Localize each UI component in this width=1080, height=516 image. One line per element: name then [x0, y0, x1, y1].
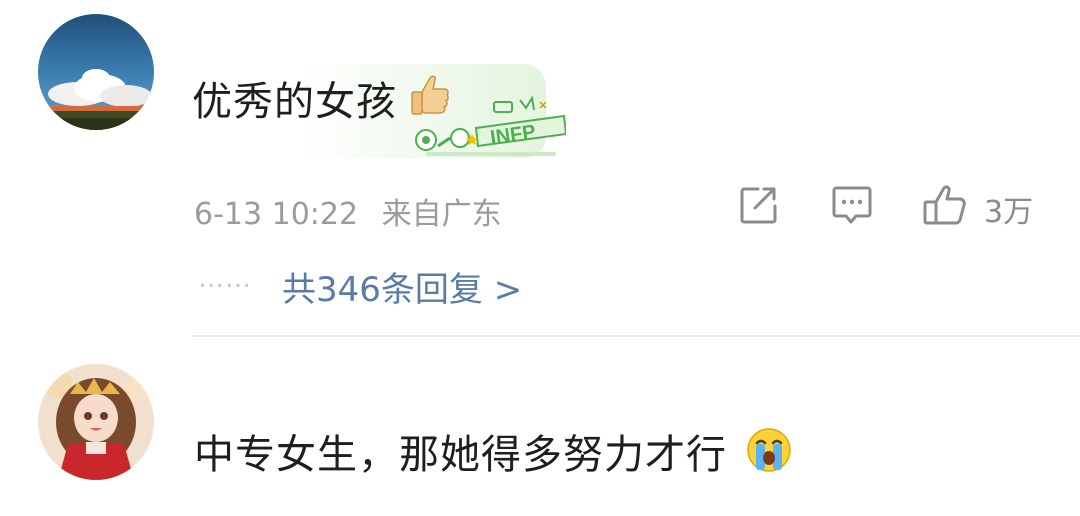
avatar[interactable]	[38, 14, 154, 130]
comment-item: 中专女生，那她得多努力才行	[0, 337, 1080, 516]
comment-date: 6-13 10:22	[194, 197, 359, 232]
comment-meta: 6-13 10:22 来自广东	[194, 189, 516, 233]
comment-location: 来自广东	[381, 197, 502, 232]
avatar-landscape-image	[38, 14, 154, 130]
like-count: 3万	[984, 195, 1034, 230]
replies-dots: ……	[198, 264, 252, 294]
like-icon	[923, 185, 966, 225]
comment-text: 优秀的女孩	[192, 79, 397, 125]
infp-badge-icon: INFP	[415, 95, 566, 156]
like-button[interactable]: 3万	[922, 184, 1052, 230]
avatar-anime-girl-image	[38, 364, 154, 480]
share-button[interactable]	[738, 184, 780, 226]
crying-face-icon	[747, 428, 791, 472]
avatar[interactable]	[38, 364, 154, 480]
comment-icon	[832, 186, 872, 224]
reply-button[interactable]	[830, 184, 874, 226]
view-replies-link[interactable]: 共346条回复 >	[282, 262, 522, 311]
share-icon	[740, 187, 777, 224]
comment-item: 优秀的女孩 INFP 6-13 10:22 来自广东 3万 …… 共346条回复…	[0, 0, 1080, 336]
comment-text: 中专女生，那她得多努力才行	[194, 432, 727, 478]
